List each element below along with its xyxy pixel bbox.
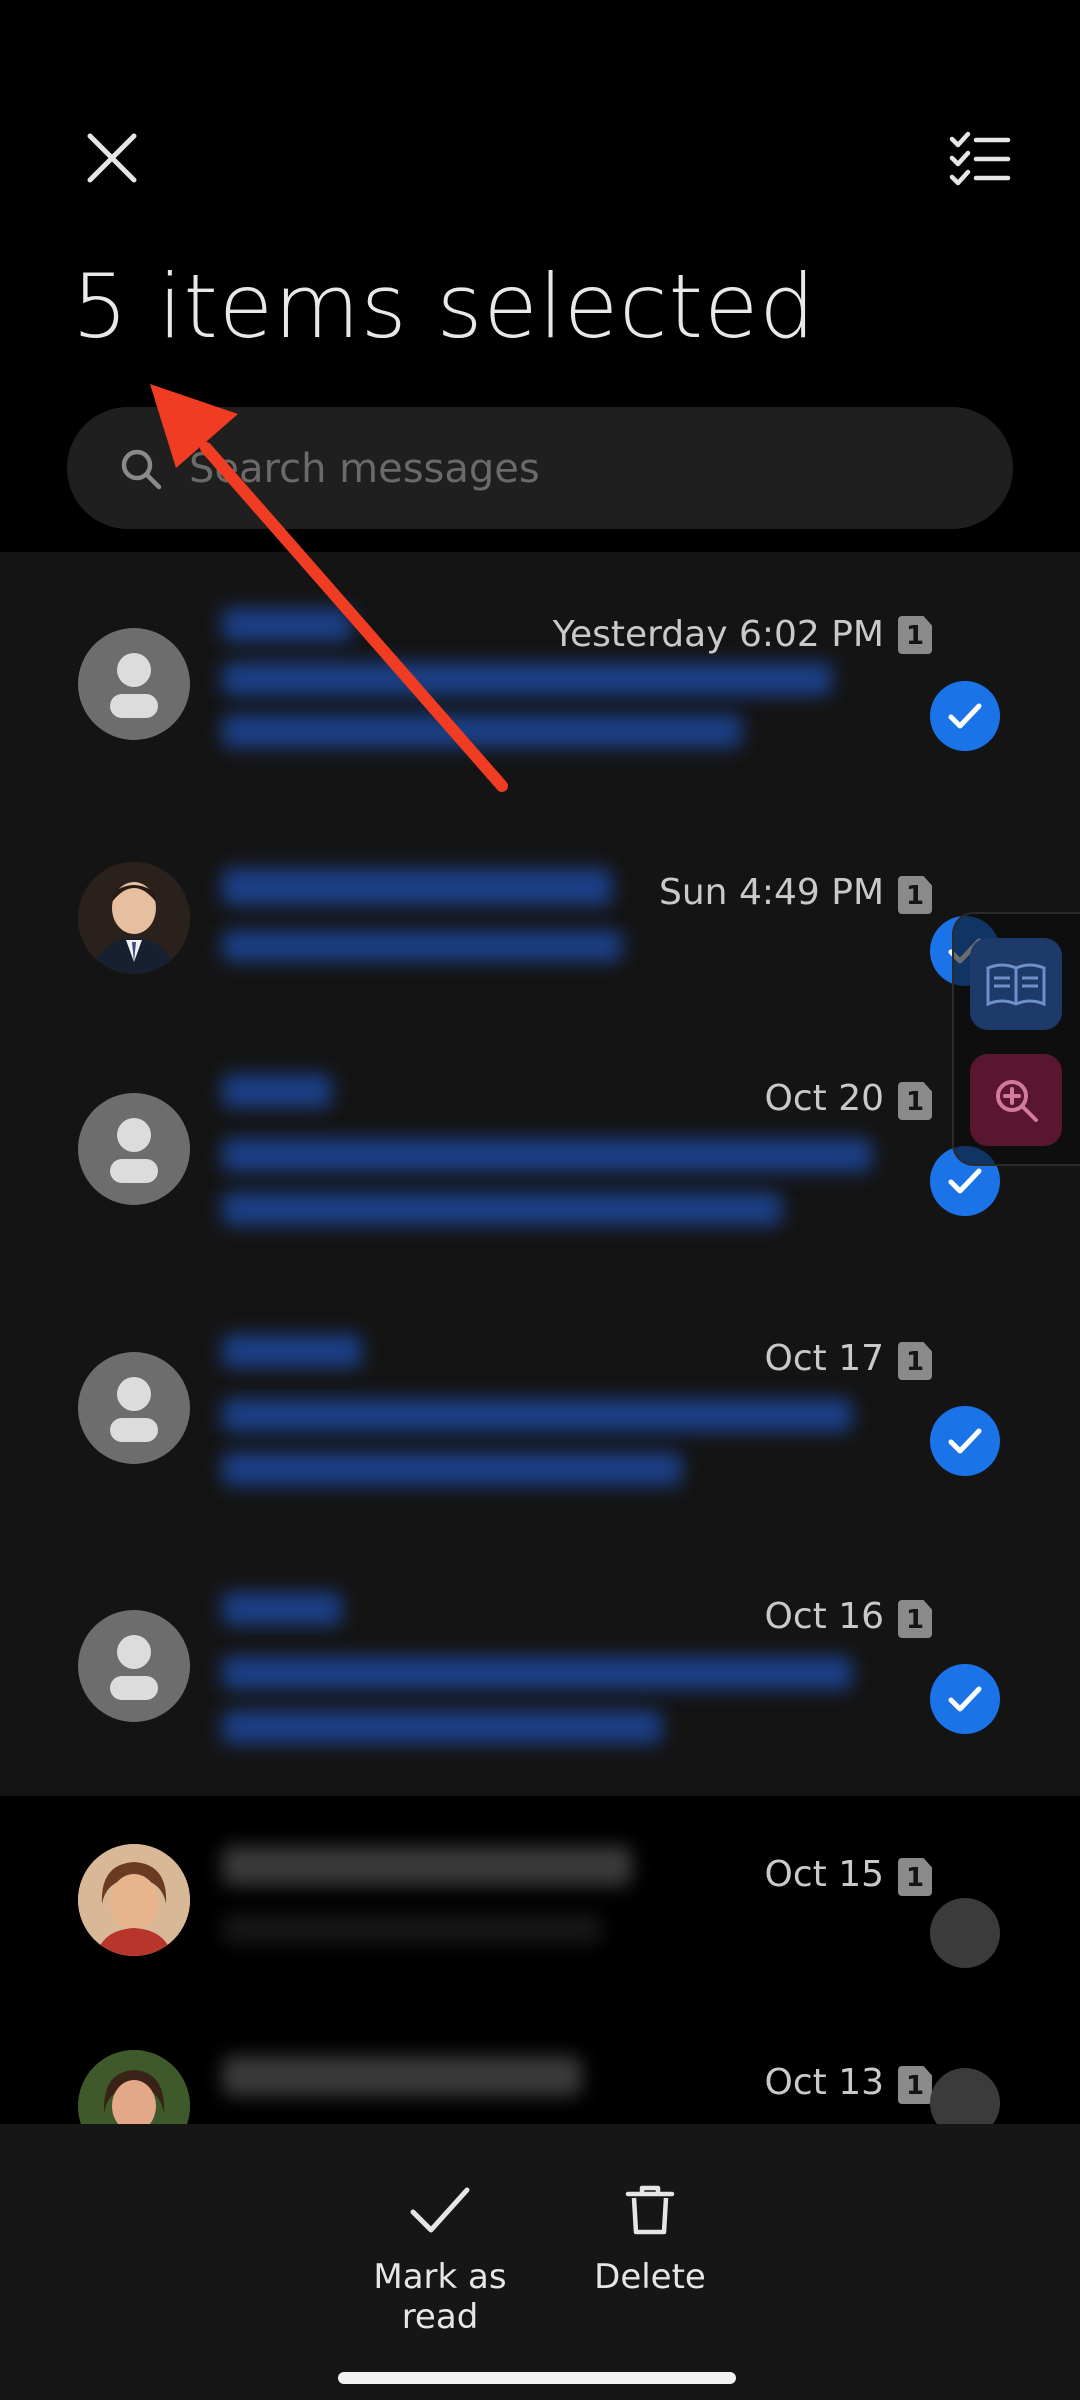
delete-label: Delete [594,2257,706,2297]
reader-icon [986,963,1046,1007]
message-preview-redacted [222,1452,682,1486]
message-time: Sun 4:49 PM [659,872,884,913]
trash-icon [625,2185,675,2235]
bottom-action-bar: Mark as read Delete [0,2124,1080,2400]
checkmark-icon [948,1428,982,1454]
sender-name-redacted [222,1334,362,1368]
message-time: Oct 13 [764,2062,885,2103]
reader-mode-button[interactable] [970,938,1062,1030]
selection-checkbox[interactable] [930,681,1000,751]
message-preview-redacted [222,714,742,748]
home-indicator [338,2372,736,2384]
message-preview-redacted [222,1398,852,1432]
zoom-icon [996,1080,1038,1122]
top-app-bar: 5 items selected [0,0,1080,552]
message-time: Oct 16 [764,1596,885,1637]
sender-name-redacted [222,1592,342,1626]
sim-1-icon: 1 [898,876,932,914]
selection-title: 5 items selected [72,255,817,358]
close-button[interactable] [72,118,152,198]
search-icon [121,449,162,490]
conversation-row[interactable]: Oct 17 1 [0,1300,1080,1560]
default-avatar [78,628,190,740]
sim-1-icon: 1 [898,1600,932,1638]
search-bar[interactable] [67,407,1013,531]
conversation-row[interactable]: Oct 16 1 [0,1560,1080,1796]
message-preview-redacted [222,662,832,696]
delete-button[interactable]: Delete [590,2184,710,2297]
sender-name-redacted [222,1074,332,1108]
sim-1-icon: 1 [898,1082,932,1120]
mark-as-read-label: Mark as read [373,2257,507,2337]
floating-tool-panel [952,912,1080,1166]
conversation-row[interactable]: Oct 15 1 [0,1796,1080,2002]
conversation-row[interactable]: Oct 20 1 [0,1046,1080,1300]
search-input[interactable] [187,407,971,531]
message-time: Yesterday 6:02 PM [552,614,884,655]
selection-checkbox[interactable] [930,1406,1000,1476]
message-preview-redacted [222,1656,852,1690]
select-all-button[interactable] [936,118,1024,198]
checklist-icon [949,131,1011,186]
message-time: Oct 20 [764,1078,885,1119]
sender-name-redacted [222,608,352,642]
default-avatar [78,1093,190,1205]
default-avatar [78,1610,190,1722]
conversation-row[interactable]: Sun 4:49 PM 1 [0,812,1080,1046]
mark-as-read-button[interactable]: Mark as read [330,2184,550,2337]
sender-name-redacted [222,2056,582,2096]
checkmark-icon [948,1168,982,1194]
message-time: Oct 17 [764,1338,885,1379]
conversation-row[interactable]: Yesterday 6:02 PM 1 [0,552,1080,812]
message-preview-redacted [222,930,622,962]
sim-1-icon: 1 [898,616,932,654]
sim-1-icon: 1 [898,1858,932,1896]
photo-avatar [78,862,190,974]
photo-avatar [78,1844,190,1956]
checkmark-icon [410,2187,470,2233]
message-preview-redacted [222,1192,782,1226]
selection-checkbox[interactable] [930,2068,1000,2124]
default-avatar [78,1352,190,1464]
selection-checkbox[interactable] [930,1898,1000,1968]
conversation-row[interactable]: Oct 13 1 [0,2002,1080,2124]
sender-name-redacted [222,1846,632,1886]
sim-1-icon: 1 [898,2066,932,2104]
close-icon [87,133,137,183]
selection-checkbox[interactable] [930,1664,1000,1734]
zoom-button[interactable] [970,1054,1062,1146]
message-preview-redacted [222,1138,872,1172]
message-preview-redacted [222,1914,602,1944]
checkmark-icon [948,1686,982,1712]
sender-name-redacted [222,868,612,906]
checkmark-icon [948,703,982,729]
sim-1-icon: 1 [898,1342,932,1380]
message-preview-redacted [222,1710,662,1744]
message-time: Oct 15 [764,1854,885,1895]
photo-avatar [78,2050,190,2124]
